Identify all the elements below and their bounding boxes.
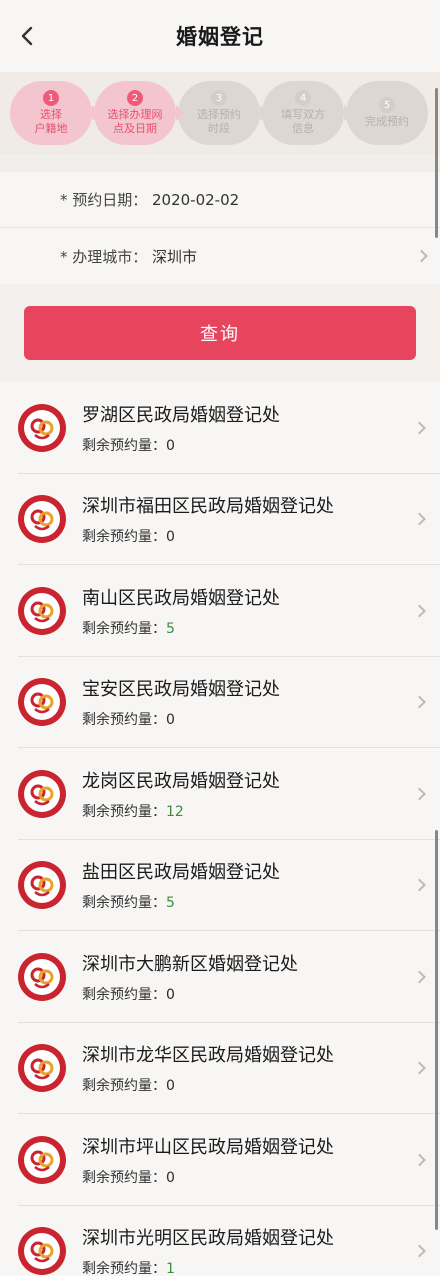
remaining-quota: 剩余预约量：5: [82, 892, 440, 912]
step-number: 4: [295, 90, 311, 106]
step-4[interactable]: 4 填写双方 信息: [262, 81, 353, 145]
step-number: 1: [43, 90, 59, 106]
office-name: 南山区民政局婚姻登记处: [82, 587, 280, 609]
query-section: 查询: [0, 284, 440, 382]
office-list: 罗湖区民政局婚姻登记处 剩余预约量：0 深圳市福田区民政局婚姻登记处 剩余预约量：0 南…: [0, 382, 440, 1276]
step-arrow-icon: [92, 105, 101, 121]
office-item[interactable]: 盐田区民政局婚姻登记处剩余预约量：5: [0, 840, 440, 932]
remaining-count: 0: [166, 986, 175, 1003]
remaining-label: 剩余预约量：: [82, 1261, 166, 1276]
remaining-count: 5: [166, 895, 175, 912]
city-label: * 办理城市：: [60, 247, 148, 266]
office-name: 深圳市龙华区民政局婚姻登记处: [82, 1045, 334, 1067]
office-item[interactable]: 深圳市坪山区民政局婚姻登记处剩余预约量：0: [0, 1114, 440, 1206]
step-progress: 1 选择 户籍地 2 选择办理网 点及日期 3 选择预约 时段 4 填写双方 信…: [0, 72, 440, 154]
remaining-label: 剩余预约量：: [82, 803, 166, 820]
remaining-count: 5: [166, 620, 175, 637]
remaining-quota: 剩余预约量：5: [82, 618, 440, 638]
step-number: 2: [127, 90, 143, 106]
marriage-registry-logo-icon: [18, 1135, 66, 1184]
step-label: 选择 户籍地: [34, 108, 68, 135]
remaining-count: 0: [166, 529, 175, 546]
marriage-registry-logo-icon: [18, 952, 66, 1001]
remaining-count: 0: [166, 1078, 175, 1095]
booking-form: * 预约日期： 2020-02-02 * 办理城市： 深圳市: [0, 172, 440, 284]
remaining-quota: 剩余预约量：0: [82, 984, 440, 1004]
remaining-count: 1: [166, 1261, 175, 1276]
office-name: 深圳市坪山区民政局婚姻登记处: [82, 1136, 334, 1158]
office-name: 罗湖区民政局婚姻登记处: [82, 404, 280, 426]
query-button[interactable]: 查询: [24, 306, 416, 360]
office-name: 深圳市福田区民政局婚姻登记处: [82, 496, 334, 518]
step-3[interactable]: 3 选择预约 时段: [178, 81, 269, 145]
step-label: 选择办理网 点及日期: [107, 108, 163, 135]
office-item[interactable]: 宝安区民政局婚姻登记处剩余预约量：0: [0, 657, 440, 749]
step-arrow-icon: [344, 105, 353, 121]
marriage-registry-logo-icon: [18, 495, 66, 544]
office-name: 深圳市大鹏新区婚姻登记处: [82, 953, 298, 975]
office-item[interactable]: 深圳市大鹏新区婚姻登记处剩余预约量：0: [0, 931, 440, 1023]
remaining-count: 0: [166, 437, 175, 454]
office-item[interactable]: 南山区民政局婚姻登记处剩余预约量：5: [0, 565, 440, 657]
step-2[interactable]: 2 选择办理网 点及日期: [94, 81, 185, 145]
remaining-count: 0: [166, 1169, 175, 1186]
step-number: 5: [379, 97, 395, 113]
remaining-label: 剩余预约量：: [82, 1169, 166, 1186]
step-5[interactable]: 5 完成预约: [346, 81, 428, 145]
office-item[interactable]: 深圳市福田区民政局婚姻登记处剩余预约量：0: [0, 474, 440, 566]
marriage-registry-logo-icon: [18, 769, 66, 818]
office-name: 深圳市光明区民政局婚姻登记处: [82, 1228, 334, 1250]
remaining-quota: 剩余预约量：12: [82, 801, 440, 821]
office-item[interactable]: 深圳市龙华区民政局婚姻登记处剩余预约量：0: [0, 1023, 440, 1115]
remaining-quota: 剩余预约量：1: [82, 1258, 440, 1276]
remaining-quota: 剩余预约量：0: [82, 1075, 440, 1095]
step-label: 填写双方 信息: [281, 108, 325, 135]
remaining-quota: 剩余预约量：0: [82, 1167, 440, 1187]
scrollbar-top[interactable]: [435, 88, 438, 238]
back-arrow-icon[interactable]: [14, 22, 42, 50]
office-name: 宝安区民政局婚姻登记处: [82, 679, 280, 701]
remaining-label: 剩余预约量：: [82, 1078, 166, 1095]
remaining-label: 剩余预约量：: [82, 712, 166, 729]
office-name: 盐田区民政局婚姻登记处: [82, 862, 280, 884]
office-item[interactable]: 深圳市光明区民政局婚姻登记处剩余预约量：1: [0, 1206, 440, 1276]
remaining-label: 剩余预约量：: [82, 895, 166, 912]
remaining-label: 剩余预约量：: [82, 986, 166, 1003]
marriage-registry-logo-icon: [18, 1227, 66, 1276]
office-item[interactable]: 罗湖区民政局婚姻登记处剩余预约量：0: [0, 382, 440, 474]
marriage-registry-logo-icon: [18, 586, 66, 635]
remaining-quota: 剩余预约量：0: [82, 435, 440, 455]
remaining-label: 剩余预约量：: [82, 437, 166, 454]
office-item[interactable]: 龙岗区民政局婚姻登记处剩余预约量：12: [0, 748, 440, 840]
step-1[interactable]: 1 选择 户籍地: [10, 81, 101, 145]
city-row[interactable]: * 办理城市： 深圳市: [0, 228, 440, 284]
remaining-quota: 剩余预约量：0: [82, 526, 440, 546]
office-name: 龙岗区民政局婚姻登记处: [82, 770, 280, 792]
remaining-count: 12: [166, 803, 184, 820]
remaining-quota: 剩余预约量：0: [82, 709, 440, 729]
city-value[interactable]: 深圳市: [152, 246, 197, 267]
step-label: 选择预约 时段: [197, 108, 241, 135]
step-number: 3: [211, 90, 227, 106]
marriage-registry-logo-icon: [18, 1044, 66, 1093]
chevron-right-icon: [415, 249, 428, 263]
page-title: 婚姻登记: [176, 25, 264, 49]
marriage-registry-logo-icon: [18, 678, 66, 727]
step-label: 完成预约: [365, 115, 409, 128]
date-row[interactable]: * 预约日期： 2020-02-02: [0, 172, 440, 228]
remaining-label: 剩余预约量：: [82, 529, 166, 546]
marriage-registry-logo-icon: [18, 403, 66, 452]
marriage-registry-logo-icon: [18, 861, 66, 910]
step-arrow-icon: [176, 105, 185, 121]
scrollbar-list[interactable]: [435, 830, 438, 1230]
nav-bar: 婚姻登记: [0, 0, 440, 72]
step-arrow-icon: [260, 105, 269, 121]
remaining-label: 剩余预约量：: [82, 620, 166, 637]
remaining-count: 0: [166, 712, 175, 729]
date-label: * 预约日期：: [60, 191, 148, 209]
date-value[interactable]: 2020-02-02: [152, 191, 239, 209]
